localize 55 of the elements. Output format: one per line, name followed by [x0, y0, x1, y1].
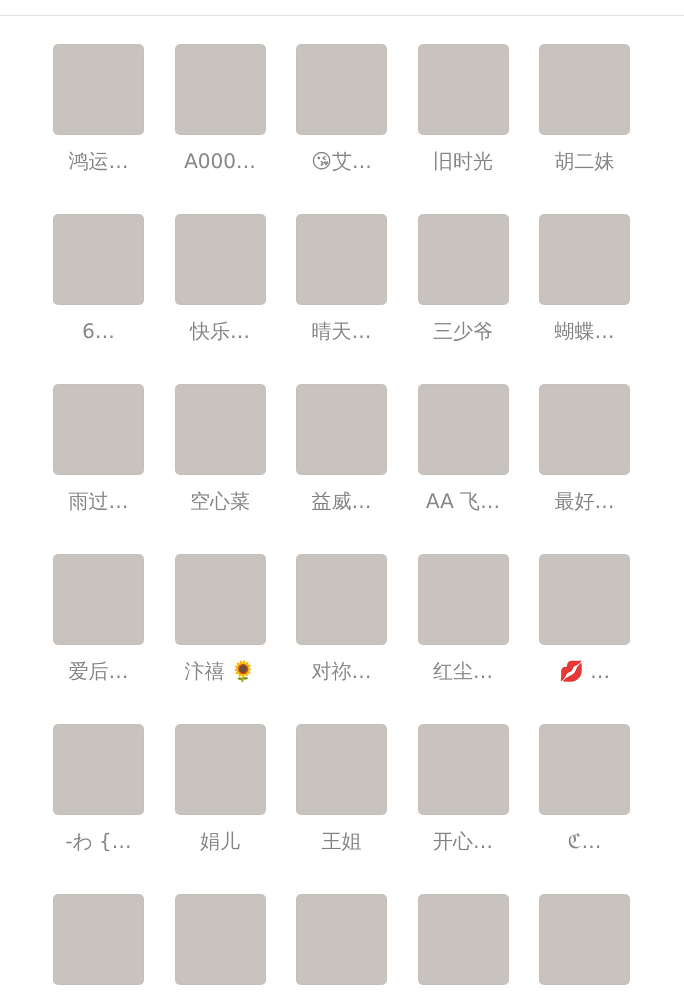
member-name: 💋 …: [558, 658, 610, 685]
avatar-placeholder[interactable]: [174, 894, 266, 985]
member-name: 雨过…: [68, 488, 128, 515]
member-name: 益威…: [312, 488, 372, 515]
avatar-placeholder[interactable]: [539, 894, 630, 985]
avatar-placeholder[interactable]: [539, 44, 630, 135]
avatar-placeholder[interactable]: [174, 214, 266, 305]
member-name: 开心…: [433, 828, 493, 855]
member-name: 三少爷: [433, 318, 493, 345]
avatar-placeholder[interactable]: [174, 724, 266, 815]
avatar-placeholder[interactable]: [53, 554, 144, 645]
avatar-placeholder[interactable]: [418, 554, 508, 645]
avatar-placeholder[interactable]: [174, 554, 266, 645]
avatar-placeholder[interactable]: [539, 384, 630, 475]
member-name: 王姐: [322, 828, 362, 855]
member-name: 对祢…: [312, 658, 372, 685]
member-name: 蝴蝶…: [554, 318, 614, 345]
avatar-placeholder[interactable]: [296, 894, 387, 985]
member-name: A000…: [184, 148, 256, 175]
member-name: 娟儿: [200, 828, 240, 855]
avatar-placeholder[interactable]: [296, 384, 387, 475]
avatar-placeholder[interactable]: [296, 214, 387, 305]
member-name: 😘艾…: [311, 148, 372, 175]
member-name: 红尘…: [433, 658, 493, 685]
member-name: 旧时光: [433, 148, 493, 175]
avatar-placeholder[interactable]: [174, 384, 266, 475]
avatar-placeholder[interactable]: [53, 44, 144, 135]
avatar-placeholder[interactable]: [296, 554, 387, 645]
avatar-placeholder[interactable]: [539, 554, 630, 645]
avatar-placeholder[interactable]: [174, 44, 266, 135]
avatar-placeholder[interactable]: [418, 214, 508, 305]
member-name: 空心菜: [190, 488, 250, 515]
avatar-placeholder[interactable]: [418, 894, 508, 985]
avatar-placeholder[interactable]: [53, 894, 144, 985]
avatar-placeholder[interactable]: [539, 214, 630, 305]
avatar-placeholder[interactable]: [539, 724, 630, 815]
member-name: -わ {…: [65, 828, 132, 855]
member-name: 胡二妹: [554, 148, 614, 175]
member-name: 6…: [82, 318, 115, 345]
avatar-placeholder[interactable]: [296, 724, 387, 815]
avatar-placeholder[interactable]: [53, 214, 144, 305]
member-name: 鸿运…: [68, 148, 128, 175]
member-name: 晴天…: [312, 318, 372, 345]
member-name: 爱后…: [68, 658, 128, 685]
avatar-placeholder[interactable]: [53, 724, 144, 815]
avatar-placeholder[interactable]: [296, 44, 387, 135]
member-name: 最好…: [554, 488, 614, 515]
member-name: AA 飞…: [426, 488, 500, 515]
member-name: 快乐…: [190, 318, 250, 345]
avatar-placeholder[interactable]: [418, 44, 508, 135]
avatar-placeholder[interactable]: [418, 724, 508, 815]
avatar-placeholder[interactable]: [418, 384, 508, 475]
avatar-placeholder[interactable]: [53, 384, 144, 475]
member-name: ℭ…: [567, 828, 602, 855]
member-name: 汴禧 🌻: [184, 658, 256, 685]
